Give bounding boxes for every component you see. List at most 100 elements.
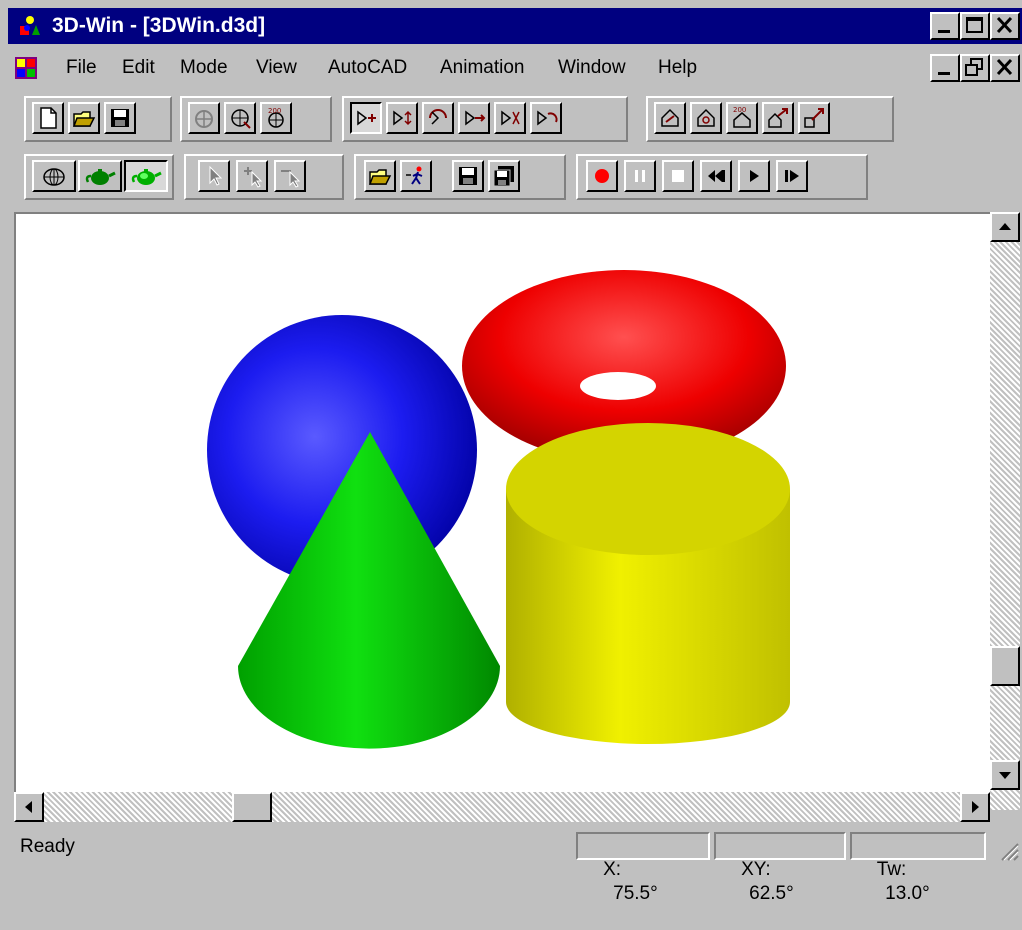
arrow-right-icon bbox=[972, 801, 979, 813]
camera-zoom-button[interactable] bbox=[350, 102, 382, 134]
cylinder-object[interactable] bbox=[506, 423, 790, 744]
camera-orbit-button[interactable] bbox=[422, 102, 454, 134]
roll-arrows-icon bbox=[537, 110, 558, 126]
status-tw-pane: Tw: 13.0° bbox=[850, 832, 986, 904]
camera-roll-button[interactable] bbox=[530, 102, 562, 134]
house-scale-icon: 200 bbox=[733, 106, 751, 128]
record-icon bbox=[595, 169, 609, 183]
doc-restore-button[interactable] bbox=[960, 54, 990, 82]
select-remove-button[interactable] bbox=[274, 160, 306, 192]
record-button[interactable] bbox=[586, 160, 618, 192]
render-wireframe-button[interactable] bbox=[32, 160, 76, 192]
rewind-button[interactable] bbox=[700, 160, 732, 192]
light-extrude-button[interactable] bbox=[762, 102, 794, 134]
menu-file[interactable]: File bbox=[66, 57, 97, 79]
scroll-up-button[interactable] bbox=[990, 212, 1020, 242]
maximize-button[interactable] bbox=[960, 12, 990, 40]
play-button[interactable] bbox=[738, 160, 770, 192]
save-button[interactable] bbox=[104, 102, 136, 134]
new-button[interactable] bbox=[32, 102, 64, 134]
dolly-arrows-icon bbox=[465, 110, 486, 126]
pan-arrows-icon bbox=[393, 110, 412, 126]
floppy-icon bbox=[459, 167, 477, 185]
zoom-arrows-icon bbox=[357, 110, 376, 126]
document-icon[interactable] bbox=[14, 56, 38, 80]
status-xy-pane: XY: 62.5° bbox=[714, 832, 846, 904]
teapot-flat-icon bbox=[85, 169, 116, 185]
menu-help[interactable]: Help bbox=[658, 57, 697, 79]
light-move-button[interactable] bbox=[654, 102, 686, 134]
close-icon bbox=[996, 16, 1013, 34]
render-toolbar-group bbox=[24, 154, 174, 200]
scroll-down-button[interactable] bbox=[990, 760, 1020, 790]
horizontal-scroll-thumb[interactable] bbox=[232, 792, 272, 822]
camera-tilt-button[interactable] bbox=[494, 102, 526, 134]
arrow-pointer-icon bbox=[209, 165, 223, 186]
orbit-arrows-icon bbox=[429, 109, 447, 125]
save-frames-button[interactable] bbox=[488, 160, 520, 192]
light-toolbar-group: 200 bbox=[646, 96, 894, 142]
house-rotate-icon bbox=[697, 108, 715, 127]
status-xy-label: XY: bbox=[741, 859, 771, 880]
menu-window[interactable]: Window bbox=[558, 57, 626, 79]
light-path-button[interactable] bbox=[798, 102, 830, 134]
scroll-right-button[interactable] bbox=[960, 792, 990, 822]
stop-button[interactable] bbox=[662, 160, 694, 192]
light-scale-button[interactable]: 200 bbox=[726, 102, 758, 134]
render-flat-button[interactable] bbox=[78, 160, 122, 192]
light-rotate-button[interactable] bbox=[690, 102, 722, 134]
pause-button[interactable] bbox=[624, 160, 656, 192]
tilt-arrows-icon bbox=[501, 110, 520, 126]
status-ready-text: Ready bbox=[20, 836, 75, 857]
status-tw-value: 13.0° bbox=[885, 883, 930, 904]
menu-edit[interactable]: Edit bbox=[122, 57, 155, 79]
scene-canvas[interactable] bbox=[16, 214, 990, 794]
minimize-button[interactable] bbox=[930, 12, 960, 40]
status-bar: Ready X: 75.5° XY: 62.5° Tw: 13.0° bbox=[8, 826, 1022, 904]
resize-grip-icon[interactable] bbox=[996, 838, 1020, 862]
3d-viewport[interactable] bbox=[14, 212, 990, 794]
minimize-icon bbox=[938, 72, 950, 75]
camera-pan-button[interactable] bbox=[386, 102, 418, 134]
menu-view[interactable]: View bbox=[256, 57, 297, 79]
app-icon[interactable] bbox=[18, 14, 42, 38]
doc-close-button[interactable] bbox=[990, 54, 1020, 82]
object-scale-button[interactable]: 200 bbox=[260, 102, 292, 134]
open-script-button[interactable] bbox=[364, 160, 396, 192]
menu-bar: File Edit Mode View AutoCAD Animation Wi… bbox=[8, 48, 1022, 88]
camera-dolly-button[interactable] bbox=[458, 102, 490, 134]
menu-mode[interactable]: Mode bbox=[180, 57, 228, 79]
step-forward-button[interactable] bbox=[776, 160, 808, 192]
horizontal-scrollbar[interactable] bbox=[14, 792, 990, 822]
new-file-icon bbox=[40, 107, 57, 129]
box-arrow-icon bbox=[804, 108, 824, 128]
save-animation-button[interactable] bbox=[452, 160, 484, 192]
play-icon bbox=[750, 170, 759, 182]
toolbar-secondary bbox=[8, 150, 1022, 202]
status-tw-label: Tw: bbox=[876, 859, 907, 880]
arrow-down-icon bbox=[999, 772, 1011, 779]
title-bar: 3D-Win - [3DWin.d3d] bbox=[8, 8, 1022, 44]
menu-autocad[interactable]: AutoCAD bbox=[328, 57, 407, 79]
select-button[interactable] bbox=[198, 160, 230, 192]
object-rotate-button[interactable] bbox=[224, 102, 256, 134]
script-toolbar-group bbox=[354, 154, 566, 200]
render-smooth-button[interactable] bbox=[124, 160, 168, 192]
object-move-button[interactable] bbox=[188, 102, 220, 134]
floppy-stack-icon bbox=[493, 166, 514, 187]
vertical-scrollbar[interactable] bbox=[990, 212, 1020, 810]
doc-minimize-button[interactable] bbox=[930, 54, 960, 82]
menu-animation[interactable]: Animation bbox=[440, 57, 525, 79]
arrow-plus-icon bbox=[244, 167, 263, 188]
close-button[interactable] bbox=[990, 12, 1020, 40]
vertical-scroll-thumb[interactable] bbox=[990, 646, 1020, 686]
scroll-corner bbox=[990, 810, 1020, 824]
status-x-label: X: bbox=[603, 859, 622, 880]
open-button[interactable] bbox=[68, 102, 100, 134]
open-folder-icon bbox=[368, 169, 392, 185]
step-forward-icon bbox=[785, 170, 799, 182]
walk-button[interactable] bbox=[400, 160, 432, 192]
select-add-button[interactable] bbox=[236, 160, 268, 192]
scroll-left-button[interactable] bbox=[14, 792, 44, 822]
globe-scale-icon: 200 bbox=[268, 107, 284, 128]
